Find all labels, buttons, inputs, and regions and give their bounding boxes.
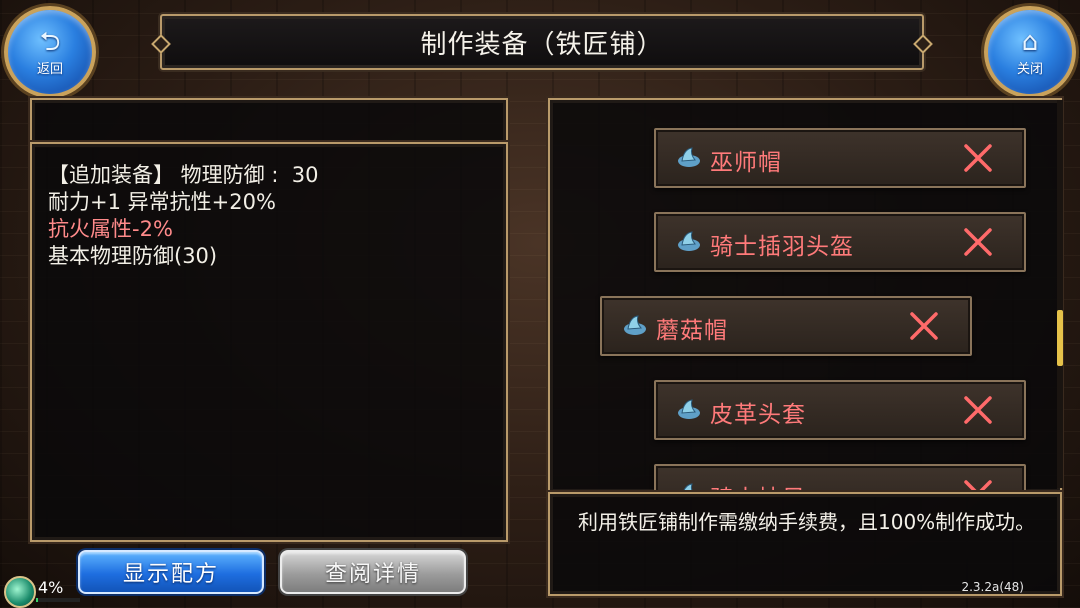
progress-bar-fill (36, 598, 38, 602)
item-name: 骑士插羽头盔 (710, 234, 854, 260)
helmet-icon (678, 399, 700, 419)
equipment-list-panel[interactable]: 巫师帽 骑士插羽头盔 蘑菇帽 皮革头套 (548, 98, 1062, 494)
stat-line-negative: 抗火属性-2% (48, 217, 173, 241)
progress-bar (36, 598, 80, 602)
info-text: 利用铁匠铺制作需缴纳手续费，且100%制作成功。 (578, 510, 1036, 534)
scroll-thumb[interactable] (1057, 310, 1063, 366)
progress-percent: 4% (38, 578, 64, 597)
close-button[interactable]: ⌂ 关闭 (984, 6, 1076, 98)
helmet-icon (678, 147, 700, 167)
close-icon[interactable] (960, 140, 996, 176)
back-label: 返回 (36, 61, 63, 77)
page-title: 制作装备（铁匠铺） (420, 29, 664, 60)
close-icon[interactable] (960, 224, 996, 260)
list-item[interactable]: 皮革头套 (654, 380, 1026, 440)
view-details-button[interactable]: 查阅详情 (280, 550, 466, 594)
list-item[interactable]: 巫师帽 (654, 128, 1026, 188)
stat-line: 【追加装备】 物理防御 : 30 (48, 163, 319, 187)
title-bar: 制作装备（铁匠铺） (160, 14, 924, 70)
show-recipe-button[interactable]: 显示配方 (78, 550, 264, 594)
stat-line: 基本物理防御(30) (48, 244, 218, 268)
version-label: 2.3.2a(48) (961, 580, 1024, 594)
back-arrow-icon: ⮌ (39, 26, 61, 57)
helmet-icon (678, 231, 700, 251)
list-item[interactable]: 骑士插羽头盔 (654, 212, 1026, 272)
home-icon: ⌂ (1021, 26, 1039, 57)
list-item[interactable]: 骑士披风 (654, 464, 1026, 492)
close-icon[interactable] (906, 308, 942, 344)
close-label: 关闭 (1016, 61, 1043, 77)
item-name: 蘑菇帽 (656, 318, 728, 344)
list-scrollbar[interactable] (1057, 100, 1063, 488)
list-item-selected[interactable]: 蘑菇帽 (600, 296, 972, 356)
close-icon[interactable] (960, 392, 996, 428)
item-name: 巫师帽 (710, 150, 782, 176)
helmet-icon (624, 315, 646, 335)
stats-text: 【追加装备】 物理防御 : 30 耐力+1 异常抗性+20% 抗火属性-2% 基… (48, 162, 319, 270)
network-status-icon (4, 576, 36, 608)
left-header-panel (30, 98, 508, 146)
stat-line: 耐力+1 异常抗性+20% (48, 190, 276, 214)
item-name: 皮革头套 (710, 402, 806, 428)
equipment-stats-panel: 【追加装备】 物理防御 : 30 耐力+1 异常抗性+20% 抗火属性-2% 基… (30, 142, 508, 542)
back-button[interactable]: ⮌ 返回 (4, 6, 96, 98)
